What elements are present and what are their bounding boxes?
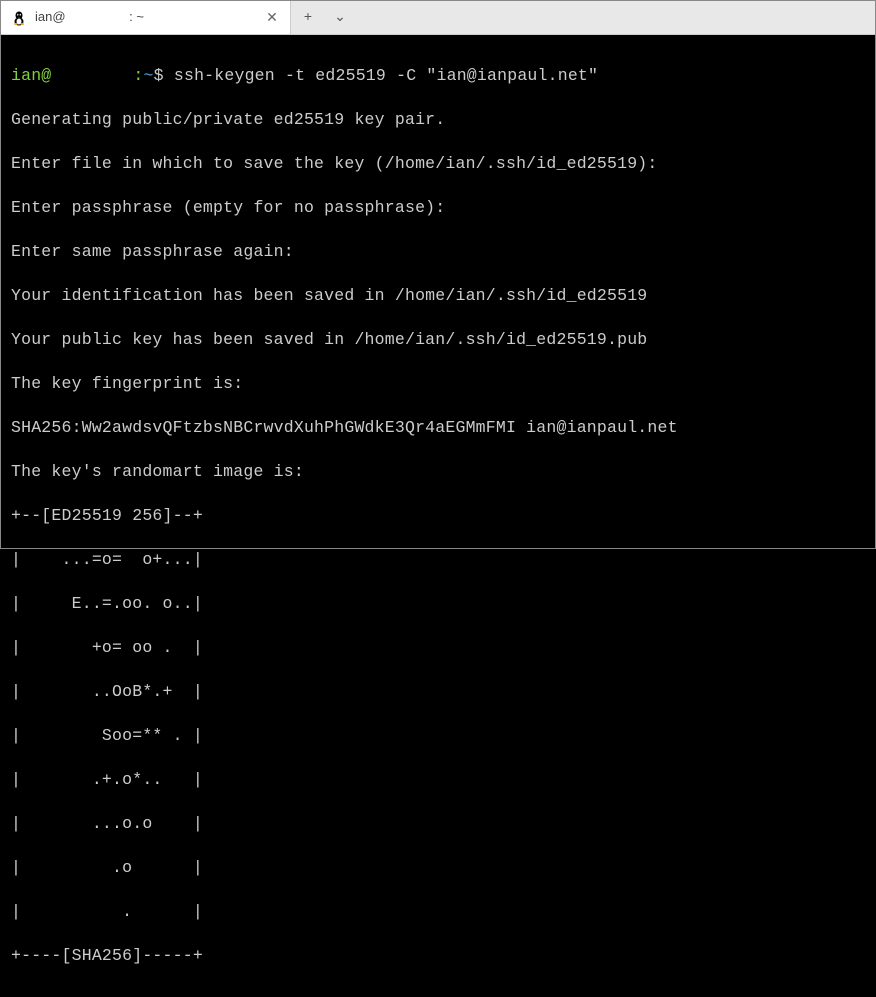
- randomart-line: | . |: [11, 901, 865, 923]
- randomart-line: | +o= oo . |: [11, 637, 865, 659]
- output-line: The key's randomart image is:: [11, 461, 865, 483]
- tux-icon: [11, 10, 27, 26]
- randomart-line: | .+.o*.. |: [11, 769, 865, 791]
- new-tab-button[interactable]: +: [299, 9, 317, 27]
- output-line: Your public key has been saved in /home/…: [11, 329, 865, 351]
- terminal-body[interactable]: ian@:~$ ssh-keygen -t ed25519 -C "ian@ia…: [1, 35, 875, 997]
- randomart-line: | ..OoB*.+ |: [11, 681, 865, 703]
- command-text: ssh-keygen -t ed25519 -C "ian@ianpaul.ne…: [174, 66, 598, 85]
- tab-dropdown-button[interactable]: ⌄: [331, 9, 349, 27]
- randomart-line: | ...o.o |: [11, 813, 865, 835]
- prompt-line: ian@:~$ ssh-keygen -t ed25519 -C "ian@ia…: [11, 65, 865, 87]
- prompt-colon: :: [133, 66, 143, 85]
- output-line: Enter same passphrase again:: [11, 241, 865, 263]
- close-icon[interactable]: ✕: [264, 10, 280, 26]
- randomart-line: | ...=o= o+...|: [11, 549, 865, 571]
- titlebar: ian@ : ~ ✕ + ⌄: [1, 1, 875, 35]
- output-line: Enter passphrase (empty for no passphras…: [11, 197, 865, 219]
- redacted-host: [66, 10, 126, 26]
- randomart-line: +--[ED25519 256]--+: [11, 505, 865, 527]
- prompt-path: ~: [144, 66, 154, 85]
- output-line: Your identification has been saved in /h…: [11, 285, 865, 307]
- randomart-line: | Soo=** . |: [11, 725, 865, 747]
- prompt-dollar: $: [154, 66, 164, 85]
- prompt-user: ian@: [11, 66, 51, 85]
- randomart-line: | .o |: [11, 857, 865, 879]
- output-line: The key fingerprint is:: [11, 373, 865, 395]
- randomart-line: +----[SHA256]-----+: [11, 945, 865, 967]
- tab-controls: + ⌄: [291, 1, 357, 34]
- output-line: SHA256:Ww2awdsvQFtzbsNBCrwvdXuhPhGWdkE3Q…: [11, 417, 865, 439]
- tab-title: ian@ : ~: [35, 9, 256, 26]
- randomart-line: | E..=.oo. o..|: [11, 593, 865, 615]
- output-line: Generating public/private ed25519 key pa…: [11, 109, 865, 131]
- tab-active[interactable]: ian@ : ~ ✕: [1, 1, 291, 34]
- redacted-host-terminal: [51, 68, 133, 85]
- output-line: Enter file in which to save the key (/ho…: [11, 153, 865, 175]
